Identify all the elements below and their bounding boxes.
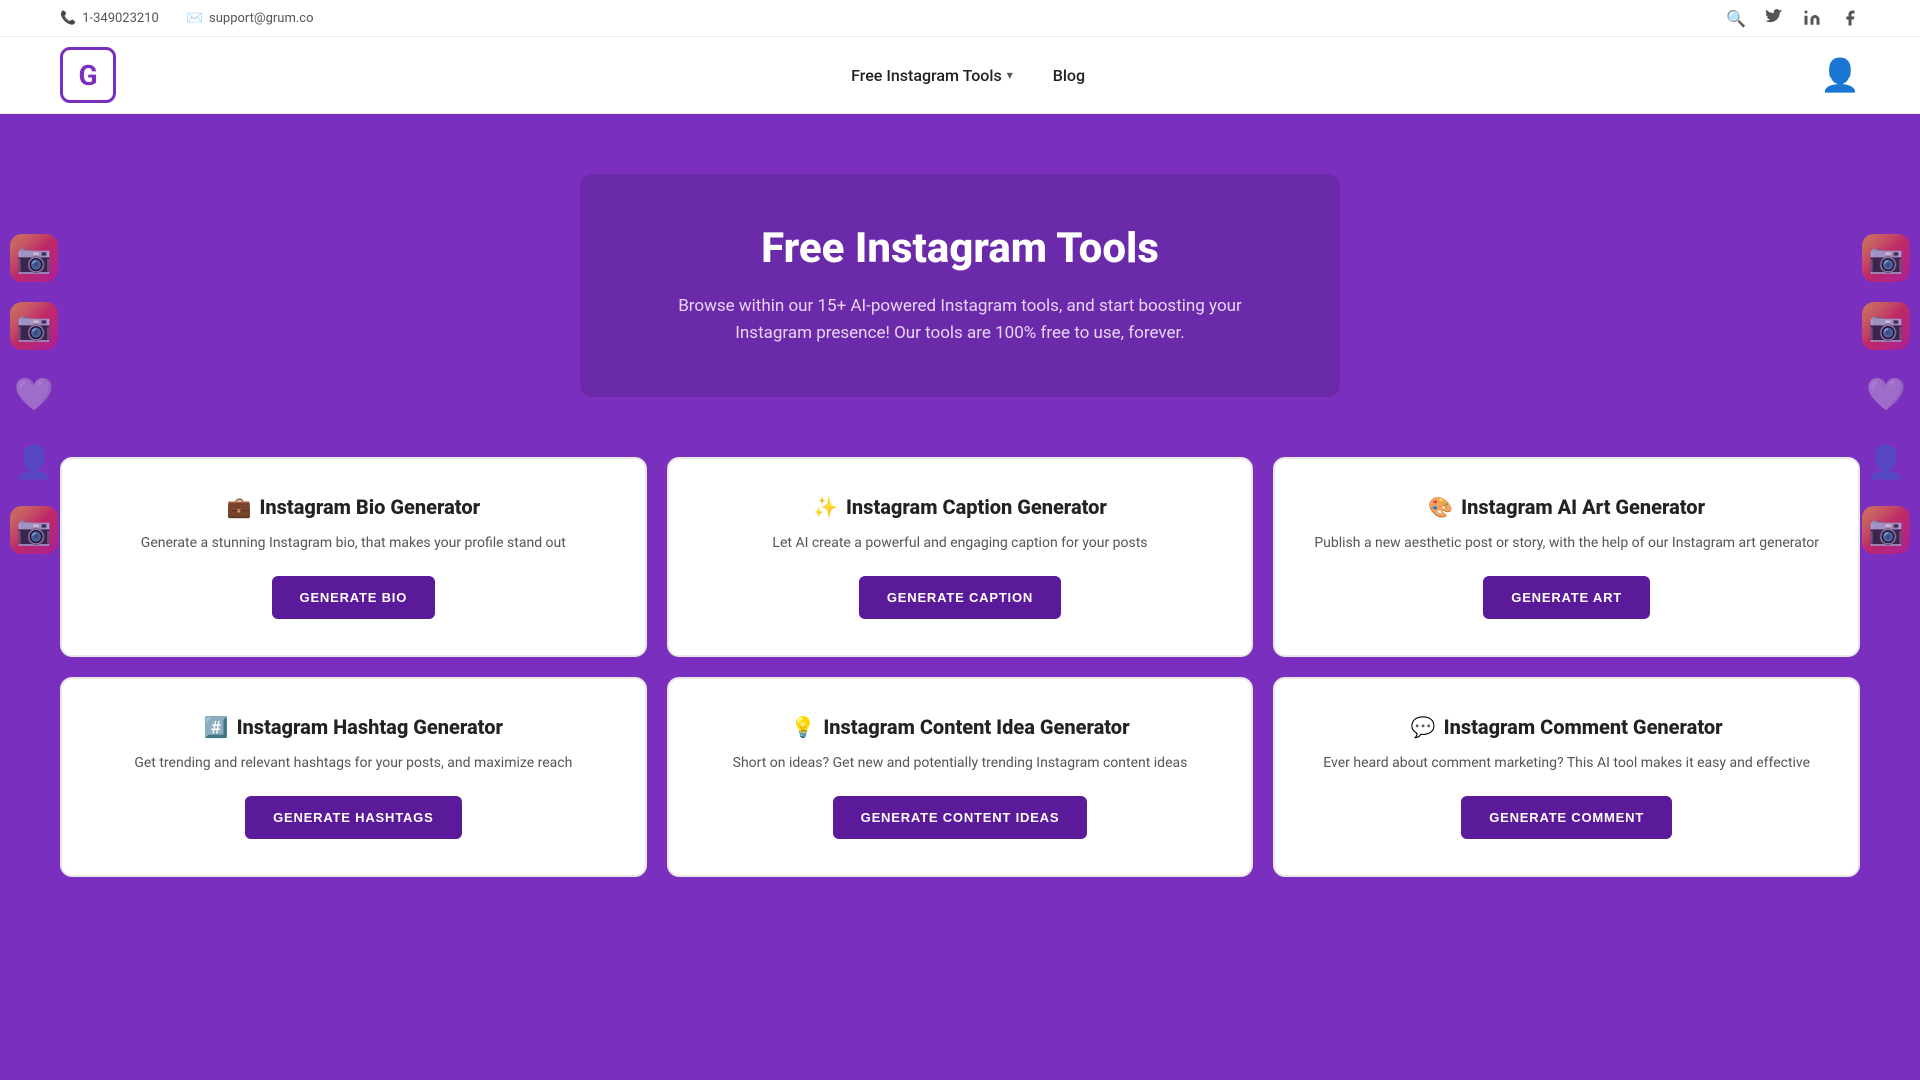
hero-section: 📷 📷 🤍 👤 📷 Free Instagram Tools Browse wi…	[0, 114, 1920, 437]
top-bar-left: 📞 1-349023210 ✉️ support@grum.co	[60, 11, 314, 26]
card-title-5: 💬 Instagram Comment Generator	[1411, 715, 1723, 739]
tool-card-5: 💬 Instagram Comment Generator Ever heard…	[1273, 677, 1860, 877]
tool-card-2: 🎨 Instagram AI Art Generator Publish a n…	[1273, 457, 1860, 657]
card-desc-5: Ever heard about comment marketing? This…	[1323, 753, 1810, 774]
phone-number: 1-349023210	[82, 11, 159, 26]
nav-center: Free Instagram Tools ▾ Blog	[851, 66, 1085, 85]
email-address: support@grum.co	[209, 11, 313, 26]
card-title-text-0: Instagram Bio Generator	[259, 495, 480, 519]
tool-card-3: #️⃣ Instagram Hashtag Generator Get tren…	[60, 677, 647, 877]
email-icon: ✉️	[187, 11, 203, 26]
top-bar: 📞 1-349023210 ✉️ support@grum.co 🔍	[0, 0, 1920, 37]
card-title-text-1: Instagram Caption Generator	[846, 495, 1107, 519]
nav-blog-link[interactable]: Blog	[1053, 66, 1085, 85]
card-title-text-2: Instagram AI Art Generator	[1461, 495, 1705, 519]
nav-blog-label: Blog	[1053, 66, 1085, 85]
email-link[interactable]: ✉️ support@grum.co	[187, 11, 314, 26]
card-title-0: 💼 Instagram Bio Generator	[227, 495, 481, 519]
side-icons-right: 📷 📷 🤍 👤 📷	[1862, 234, 1920, 554]
instagram-icon-right-1: 📷	[1862, 234, 1910, 282]
card-emoji-3: #️⃣	[204, 715, 229, 739]
card-emoji-0: 💼	[227, 495, 252, 519]
card-btn-2[interactable]: GENERATE ART	[1483, 576, 1650, 619]
user-account-icon[interactable]: 👤	[1820, 56, 1860, 94]
instagram-icon-left-3: 📷	[10, 506, 58, 554]
cards-grid: 💼 Instagram Bio Generator Generate a stu…	[60, 457, 1860, 877]
phone-icon: 📞	[60, 11, 76, 26]
card-title-2: 🎨 Instagram AI Art Generator	[1428, 495, 1705, 519]
card-title-3: #️⃣ Instagram Hashtag Generator	[204, 715, 503, 739]
cards-section: 💼 Instagram Bio Generator Generate a stu…	[0, 437, 1920, 907]
twitter-icon[interactable]	[1764, 8, 1784, 28]
logo[interactable]: G	[60, 47, 116, 103]
facebook-icon[interactable]	[1840, 8, 1860, 28]
person-icon-right: 👤	[1862, 438, 1910, 486]
card-emoji-4: 💡	[790, 715, 815, 739]
card-btn-5[interactable]: GENERATE COMMENT	[1461, 796, 1672, 839]
card-title-text-3: Instagram Hashtag Generator	[237, 715, 503, 739]
instagram-icon-left-2: 📷	[10, 302, 58, 350]
nav-right: 👤	[1820, 56, 1860, 94]
nav: G Free Instagram Tools ▾ Blog 👤	[0, 37, 1920, 114]
instagram-icon-right-3: 📷	[1862, 506, 1910, 554]
card-emoji-1: ✨	[813, 495, 838, 519]
card-btn-1[interactable]: GENERATE CAPTION	[859, 576, 1061, 619]
hero-subtitle: Browse within our 15+ AI-powered Instagr…	[660, 293, 1260, 347]
card-btn-4[interactable]: GENERATE CONTENT IDEAS	[833, 796, 1088, 839]
card-title-4: 💡 Instagram Content Idea Generator	[790, 715, 1129, 739]
hero-card: Free Instagram Tools Browse within our 1…	[580, 174, 1340, 397]
nav-tools-link[interactable]: Free Instagram Tools ▾	[851, 66, 1013, 85]
card-desc-0: Generate a stunning Instagram bio, that …	[141, 533, 566, 554]
card-emoji-2: 🎨	[1428, 495, 1453, 519]
tool-card-1: ✨ Instagram Caption Generator Let AI cre…	[667, 457, 1254, 657]
card-btn-3[interactable]: GENERATE HASHTAGS	[245, 796, 461, 839]
card-desc-4: Short on ideas? Get new and potentially …	[733, 753, 1188, 774]
card-title-text-5: Instagram Comment Generator	[1444, 715, 1723, 739]
side-icons-left: 📷 📷 🤍 👤 📷	[0, 234, 58, 554]
nav-tools-label: Free Instagram Tools	[851, 66, 1002, 85]
logo-letter: G	[78, 59, 97, 92]
instagram-icon-left-1: 📷	[10, 234, 58, 282]
card-desc-1: Let AI create a powerful and engaging ca…	[772, 533, 1147, 554]
card-desc-2: Publish a new aesthetic post or story, w…	[1314, 533, 1819, 554]
card-title-text-4: Instagram Content Idea Generator	[823, 715, 1129, 739]
search-icon[interactable]: 🔍	[1726, 8, 1746, 28]
card-emoji-5: 💬	[1411, 715, 1436, 739]
logo-box: G	[60, 47, 116, 103]
hero-title: Free Instagram Tools	[660, 224, 1260, 273]
linkedin-icon[interactable]	[1802, 8, 1822, 28]
phone-link[interactable]: 📞 1-349023210	[60, 11, 159, 26]
heart-icon-left: 🤍	[10, 370, 58, 418]
heart-icon-right: 🤍	[1862, 370, 1910, 418]
person-icon-left: 👤	[10, 438, 58, 486]
tool-card-4: 💡 Instagram Content Idea Generator Short…	[667, 677, 1254, 877]
card-title-1: ✨ Instagram Caption Generator	[813, 495, 1107, 519]
card-desc-3: Get trending and relevant hashtags for y…	[134, 753, 572, 774]
instagram-icon-right-2: 📷	[1862, 302, 1910, 350]
chevron-down-icon: ▾	[1007, 68, 1013, 82]
tool-card-0: 💼 Instagram Bio Generator Generate a stu…	[60, 457, 647, 657]
top-bar-social-icons: 🔍	[1726, 8, 1860, 28]
card-btn-0[interactable]: GENERATE BIO	[272, 576, 436, 619]
